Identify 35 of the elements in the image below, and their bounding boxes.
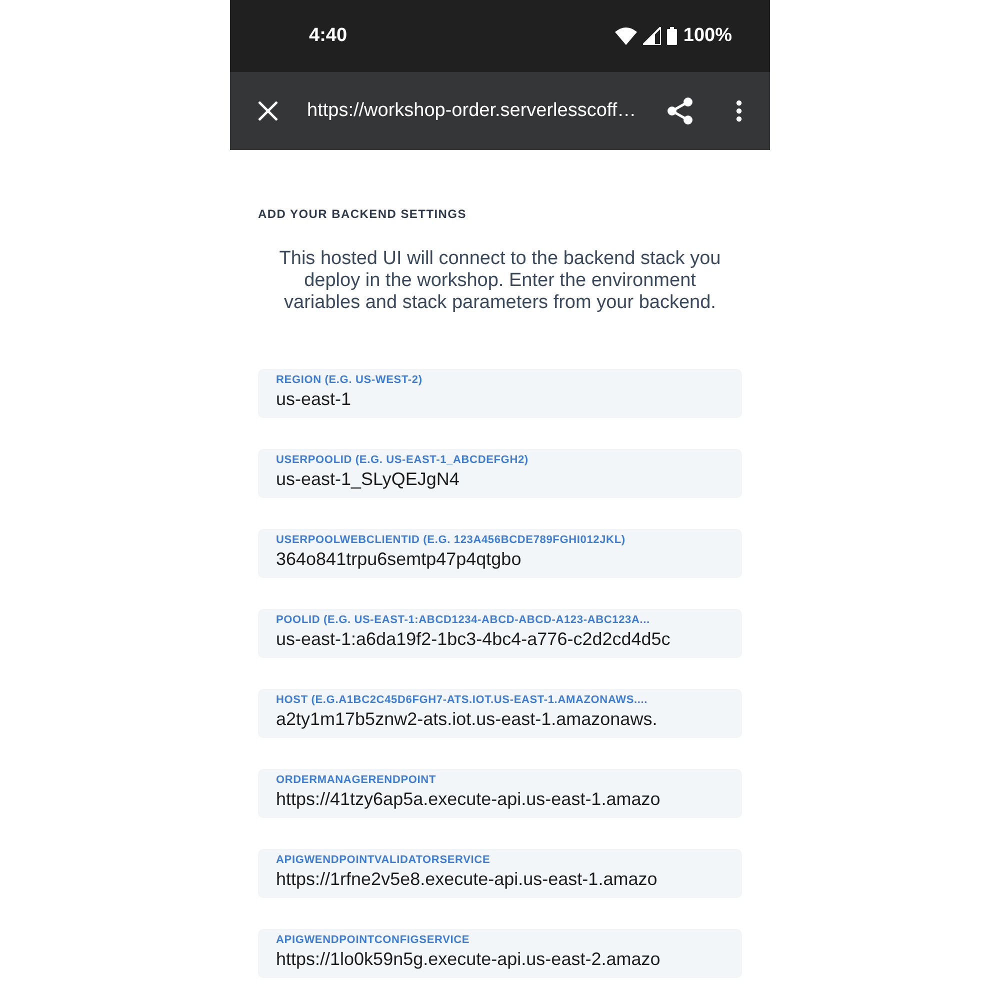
field-value: us-east-1 (276, 388, 352, 411)
field-value: https://41tzy6ap5a.execute-api.us-east-1.amazo (276, 788, 662, 811)
field-label: HOST (E.G.A1BC2C45D6FGH7-ATS.IOT.US-EAST-1.AMAZONAWS.... (276, 693, 649, 707)
signal-icon (643, 27, 662, 45)
field-value: us-east-1:a6da19f2-1bc3-4bc4-a776-c2d2cd4d5c (276, 628, 672, 651)
field-label: POOLID (E.G. US-EAST-1:ABCD1234-ABCD-ABCD-A123-ABC123A... (276, 613, 651, 627)
field-label: USERPOOLID (E.G. US-EAST-1_ABCDEFGH2) (276, 453, 530, 467)
clock: 4:40 (309, 24, 348, 48)
field-label: ORDERMANAGERENDPOINT (276, 773, 437, 787)
field-label: REGION (E.G. US-WEST-2) (276, 373, 424, 387)
battery-icon (667, 27, 678, 45)
input-field[interactable]: ORDERMANAGERENDPOINT https://41tzy6ap5a.execute-api.us-east-1.amazo (258, 769, 742, 818)
input-field[interactable]: POOLID (E.G. US-EAST-1:ABCD1234-ABCD-ABCD-A123-ABC123A... us-east-1:a6da19f2-1bc3-4bc4-a776-c2d2cd4d5c (258, 609, 742, 658)
page-url: https://workshop-order.serverlesscoff… (307, 98, 638, 123)
share-icon[interactable] (667, 97, 693, 125)
input-field[interactable]: APIGWENDPOINTCONFIGSERVICE https://1lo0k59n5g.execute-api.us-east-2.amazo (258, 929, 742, 978)
close-icon[interactable] (258, 101, 278, 121)
field-value: https://1lo0k59n5g.execute-api.us-east-2.amazo (276, 948, 662, 971)
field-value: https://1rfne2v5e8.execute-api.us-east-1.amazo (276, 868, 658, 891)
input-field[interactable]: REGION (E.G. US-WEST-2) us-east-1 (258, 369, 742, 418)
intro-text: This hosted UI will connect to the backend stack you deploy in the workshop. Enter the environment variables and stack parameters from your backend. (278, 248, 722, 314)
field-label: APIGWENDPOINTCONFIGSERVICE (276, 933, 471, 947)
input-field[interactable]: APIGWENDPOINTVALIDATORSERVICE https://1rfne2v5e8.execute-api.us-east-1.amazo (258, 849, 742, 898)
input-field[interactable]: USERPOOLID (E.G. US-EAST-1_ABCDEFGH2) us-east-1_SLyQEJgN4 (258, 449, 742, 498)
field-value: us-east-1_SLyQEJgN4 (276, 468, 460, 491)
field-label: APIGWENDPOINTVALIDATORSERVICE (276, 853, 492, 867)
input-field[interactable]: HOST (E.G.A1BC2C45D6FGH7-ATS.IOT.US-EAST-1.AMAZONAWS.... a2ty1m17b5znw2-ats.iot.us-east-1.amazonaws. (258, 689, 742, 738)
field-value: a2ty1m17b5znw2-ats.iot.us-east-1.amazonaws. (276, 708, 658, 731)
field-value: 364o841trpu6semtp47p4qtgbo (276, 548, 522, 571)
battery-percent: 100% (683, 24, 732, 48)
field-label: USERPOOLWEBCLIENTID (E.G. 123A456BCDE789FGHI012JKL) (276, 533, 626, 547)
input-field[interactable]: USERPOOLWEBCLIENTID (E.G. 123A456BCDE789FGHI012JKL) 364o841trpu6semtp47p4qtgbo (258, 529, 742, 578)
section-heading: ADD YOUR BACKEND SETTINGS (258, 206, 468, 223)
wifi-icon (615, 27, 638, 45)
more-options-icon[interactable] (736, 100, 742, 122)
